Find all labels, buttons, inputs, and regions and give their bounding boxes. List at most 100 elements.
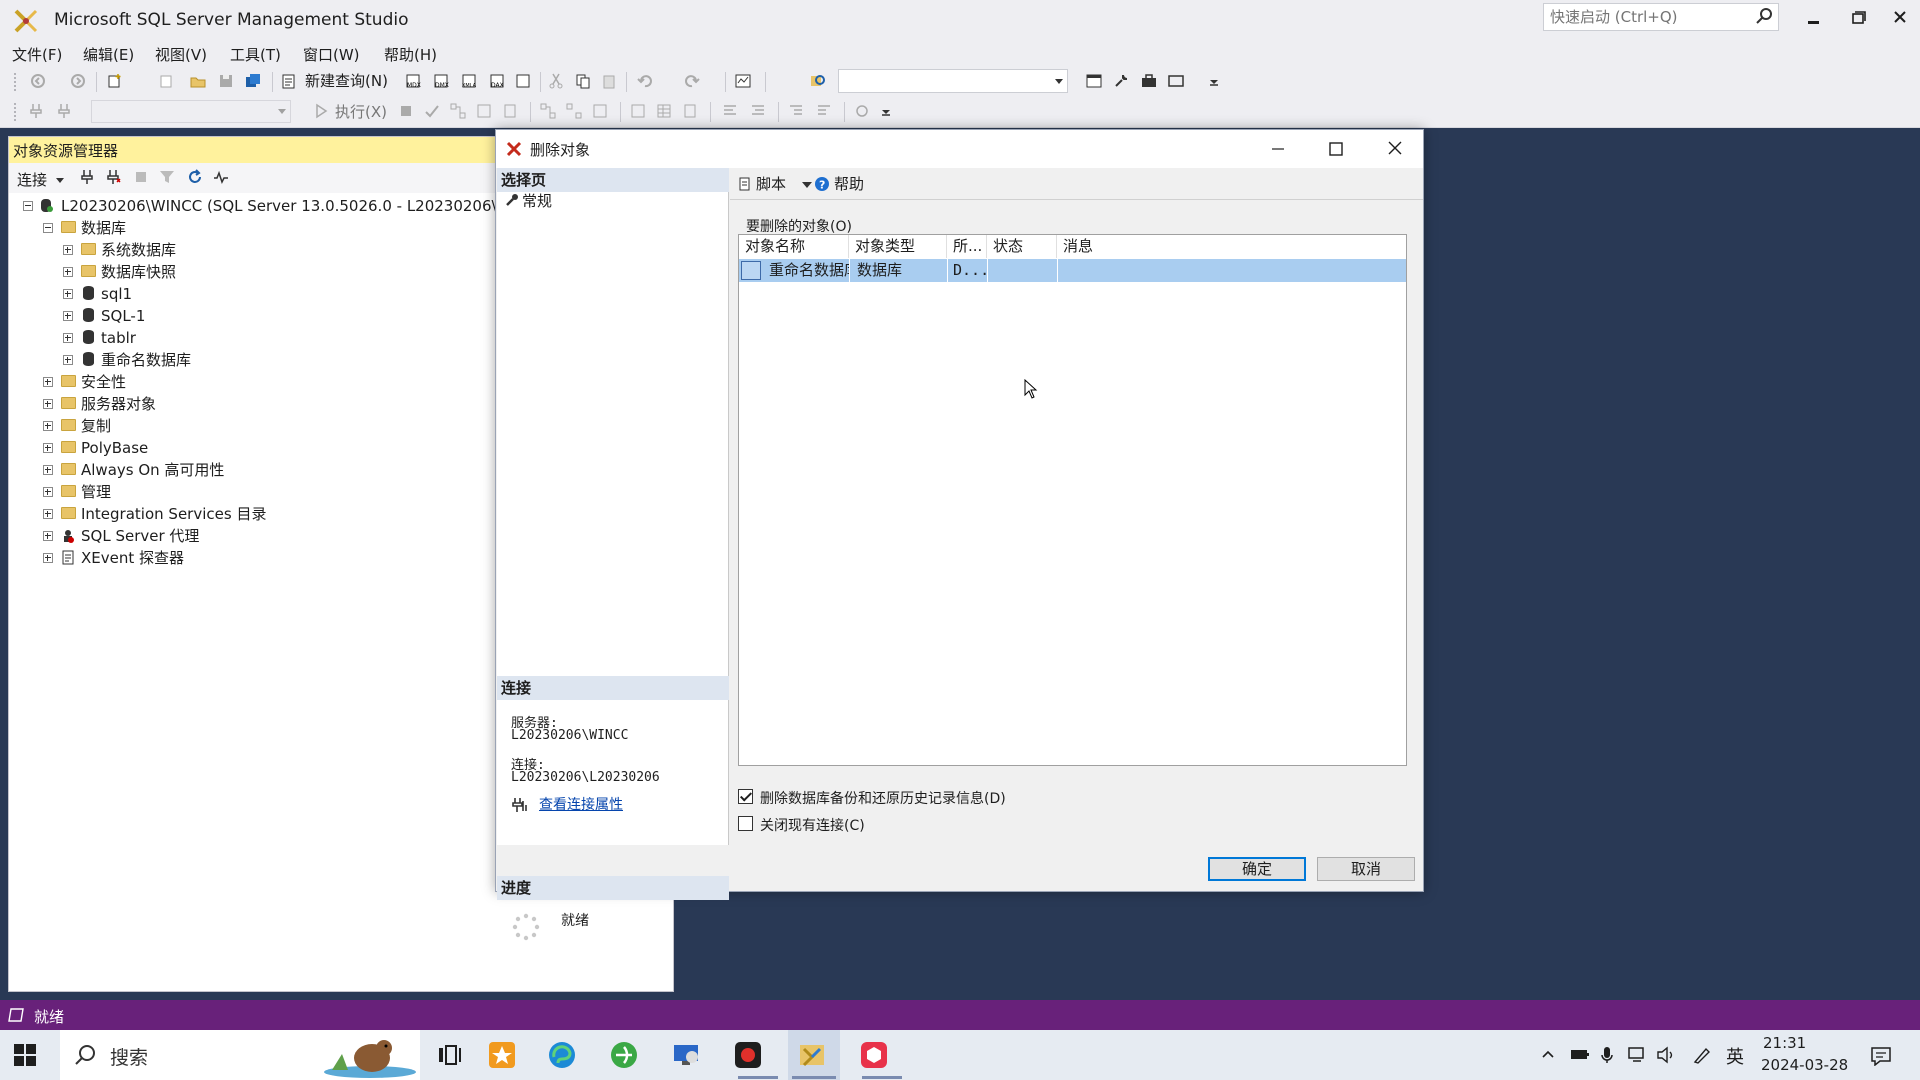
menu-file[interactable]: 文件(F): [12, 42, 62, 68]
task-view-icon[interactable]: [436, 1041, 464, 1069]
delete-backup-history-label[interactable]: 删除数据库备份和还原历史记录信息(D): [760, 788, 1006, 808]
database-combo[interactable]: [91, 100, 291, 123]
dialog-maximize-icon[interactable]: [1324, 138, 1348, 160]
specify-values-icon[interactable]: [854, 103, 870, 119]
query-options-icon[interactable]: [476, 103, 492, 119]
change-connection-icon[interactable]: [56, 103, 72, 119]
comment-icon[interactable]: [722, 103, 738, 119]
column-header-status[interactable]: 状态: [987, 235, 1057, 258]
menu-help[interactable]: 帮助(H): [384, 42, 437, 68]
remote-desktop-icon[interactable]: [672, 1041, 700, 1069]
dmx-query-icon[interactable]: DMX: [433, 73, 449, 89]
expand-icon[interactable]: [43, 509, 53, 519]
search-icon[interactable]: [1756, 7, 1774, 25]
objects-grid[interactable]: 对象名称 对象类型 所... 状态 消息 重命名数据库 数据库 D...: [738, 234, 1407, 766]
dialog-close-icon[interactable]: [1383, 138, 1407, 160]
find-icon[interactable]: [810, 73, 826, 89]
restore-icon[interactable]: [1838, 4, 1878, 32]
close-icon[interactable]: [1880, 4, 1920, 32]
expand-icon[interactable]: [43, 487, 53, 497]
windows-start-icon[interactable]: [14, 1044, 36, 1066]
chevron-down-icon[interactable]: [278, 109, 286, 114]
volume-icon[interactable]: [1656, 1046, 1676, 1064]
menu-window[interactable]: 窗口(W): [303, 42, 360, 68]
minimize-icon[interactable]: [1794, 4, 1834, 32]
back-icon[interactable]: [30, 73, 46, 89]
menu-edit[interactable]: 编辑(E): [83, 42, 134, 68]
new-project-icon[interactable]: [106, 73, 122, 89]
expand-icon[interactable]: [43, 531, 53, 541]
dax-query-icon[interactable]: DAX: [489, 73, 505, 89]
parse-icon[interactable]: [424, 103, 440, 119]
decrease-indent-icon[interactable]: [788, 103, 804, 119]
search-combo[interactable]: [838, 69, 1068, 93]
live-stats-icon[interactable]: [566, 103, 582, 119]
intellisense-icon[interactable]: [502, 103, 518, 119]
column-header-message[interactable]: 消息: [1057, 235, 1406, 258]
paste-icon[interactable]: [601, 73, 617, 89]
close-connections-checkbox[interactable]: [738, 816, 753, 831]
estimated-plan-icon[interactable]: [450, 103, 466, 119]
oe-connect-button[interactable]: 连接: [17, 169, 64, 190]
connect-icon[interactable]: [28, 103, 44, 119]
clock-time[interactable]: 21:31: [1763, 1034, 1806, 1052]
battery-icon[interactable]: [1570, 1046, 1590, 1062]
expand-icon[interactable]: [63, 245, 73, 255]
ok-button[interactable]: 确定: [1208, 857, 1306, 881]
oe-disconnect-icon[interactable]: [105, 169, 121, 185]
window-layout-icon[interactable]: [1168, 73, 1184, 89]
column-header-type[interactable]: 对象类型: [849, 235, 947, 258]
wrench-icon[interactable]: [1113, 73, 1129, 89]
expand-icon[interactable]: [43, 465, 53, 475]
results-to-file-icon[interactable]: [682, 103, 698, 119]
cancel-button[interactable]: 取消: [1317, 857, 1415, 881]
expand-icon[interactable]: [43, 399, 53, 409]
menu-tools[interactable]: 工具(T): [230, 42, 281, 68]
open-file-icon[interactable]: [190, 73, 206, 89]
chevron-up-icon[interactable]: [1540, 1046, 1556, 1062]
menu-view[interactable]: 视图(V): [155, 42, 207, 68]
toolbar-options-icon[interactable]: [1206, 73, 1222, 89]
screen-recorder-icon[interactable]: [734, 1041, 762, 1069]
expand-icon[interactable]: [43, 421, 53, 431]
client-stats-icon[interactable]: [592, 103, 608, 119]
redo-icon[interactable]: [684, 73, 700, 89]
quick-launch-input[interactable]: [1544, 4, 1752, 30]
chevron-down-icon[interactable]: [802, 182, 812, 188]
results-to-grid-icon[interactable]: [656, 103, 672, 119]
expand-icon[interactable]: [63, 267, 73, 277]
collapse-icon[interactable]: [23, 201, 33, 211]
expand-icon[interactable]: [43, 553, 53, 563]
app-favorites-icon[interactable]: [488, 1041, 516, 1069]
row-selector[interactable]: [741, 261, 761, 280]
browser-360-icon[interactable]: [610, 1041, 638, 1069]
stop-icon[interactable]: [398, 103, 414, 119]
oe-filter-icon[interactable]: [159, 169, 175, 185]
mdx-query-icon[interactable]: MDX: [405, 73, 421, 89]
quick-launch-box[interactable]: [1543, 3, 1779, 31]
expand-icon[interactable]: [63, 355, 73, 365]
results-to-text-icon[interactable]: [630, 103, 646, 119]
close-connections-label[interactable]: 关闭现有连接(C): [760, 815, 865, 835]
pen-input-icon[interactable]: [1692, 1046, 1712, 1064]
notifications-icon[interactable]: [1870, 1046, 1892, 1066]
execute-icon[interactable]: [313, 103, 329, 119]
column-header-owner[interactable]: 所...: [947, 235, 987, 258]
edge-browser-icon[interactable]: [548, 1041, 576, 1069]
toolbox-icon[interactable]: [1141, 73, 1157, 89]
actual-plan-icon[interactable]: [540, 103, 556, 119]
package-app-icon[interactable]: [860, 1041, 888, 1069]
xmla-query-icon[interactable]: XMLA: [461, 73, 477, 89]
toolbar-options-icon[interactable]: [878, 103, 894, 119]
ssms-taskbar-icon[interactable]: [798, 1041, 826, 1069]
chevron-down-icon[interactable]: [1055, 79, 1063, 84]
collapse-icon[interactable]: [43, 223, 53, 233]
properties-window-icon[interactable]: [1086, 73, 1102, 89]
undo-icon[interactable]: [637, 73, 653, 89]
oe-connect-icon[interactable]: [79, 169, 95, 185]
oe-activity-monitor-icon[interactable]: [213, 169, 229, 185]
forward-icon[interactable]: [70, 73, 86, 89]
column-header-name[interactable]: 对象名称: [739, 235, 849, 258]
execute-label[interactable]: 执行(X): [335, 101, 387, 122]
oe-refresh-icon[interactable]: [187, 169, 203, 185]
